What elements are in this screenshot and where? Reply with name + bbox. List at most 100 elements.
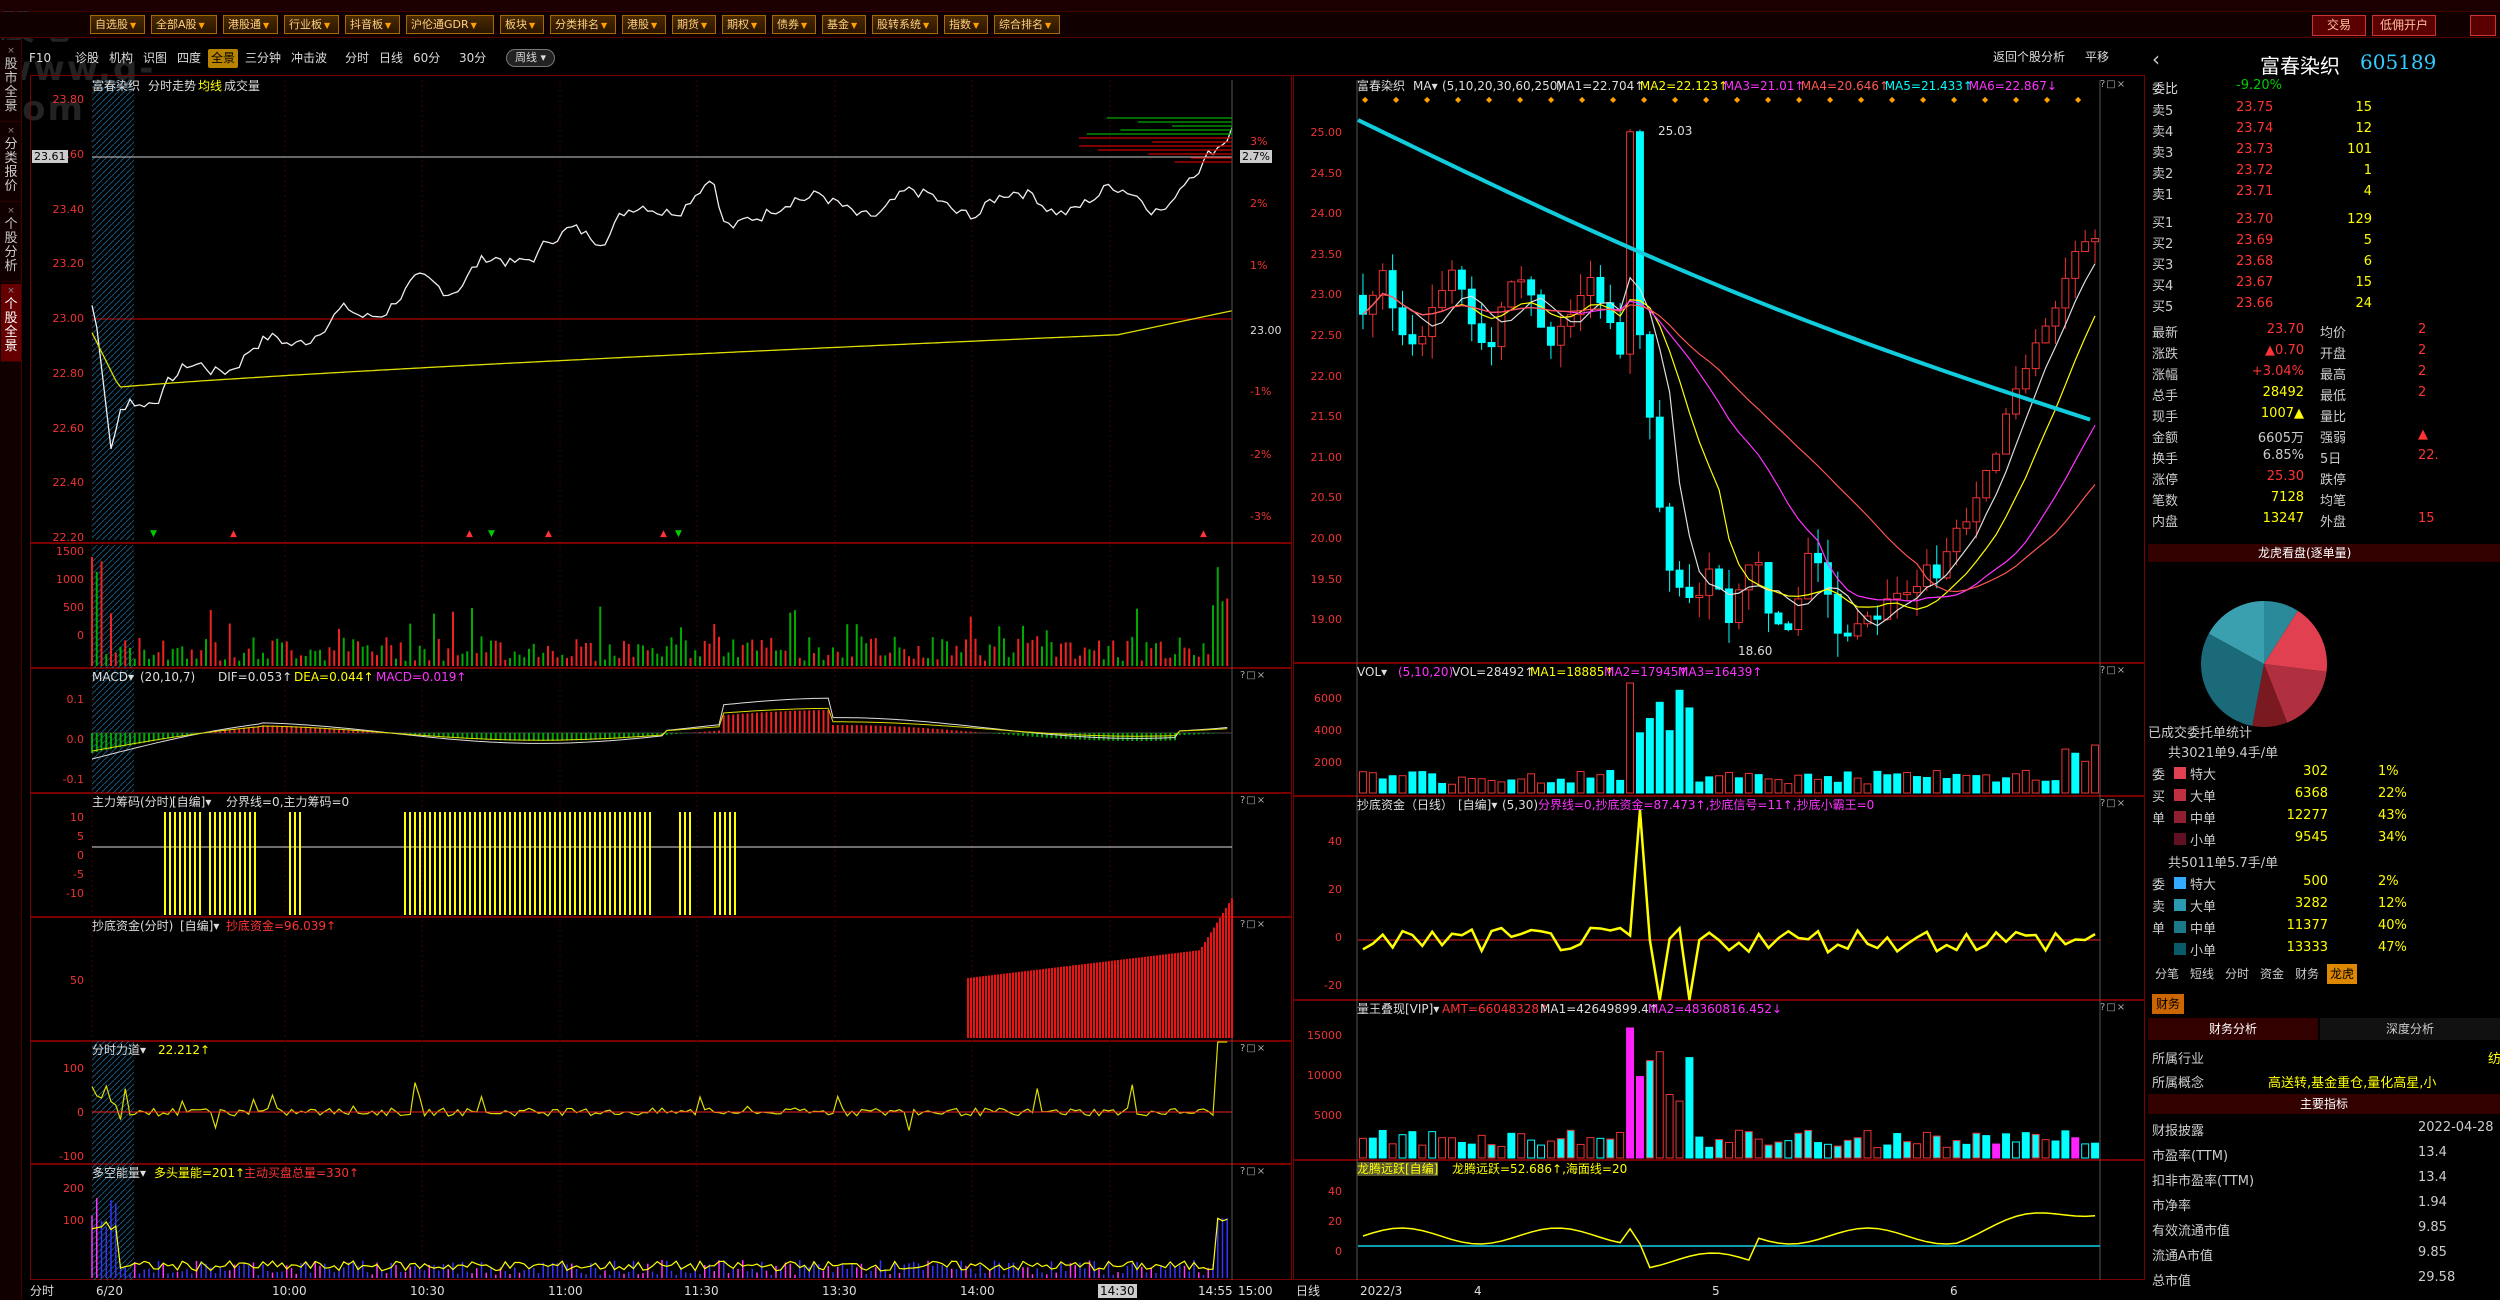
ma-value-0: MA1=22.704↑ xyxy=(1556,79,1645,93)
webi-label: 委比 xyxy=(2152,82,2179,97)
event-marker: ◆ xyxy=(1579,95,1586,104)
side-label: 委 xyxy=(2152,878,2166,893)
ltqy-text: 龙腾远跃=52.686↑,海面线=20 xyxy=(1452,1162,1628,1176)
ask-price: 23.75 xyxy=(2236,100,2274,115)
quote-tab-2[interactable]: 分时 xyxy=(2222,964,2252,984)
time-axis-label: 10:30 xyxy=(410,1284,445,1298)
ask-volume: 1 xyxy=(2363,163,2372,178)
fin-label: 财报披露 xyxy=(2152,1124,2205,1139)
event-marker: ◆ xyxy=(1517,95,1524,104)
quote-tab-3[interactable]: 资金 xyxy=(2257,964,2287,984)
ask-price: 23.74 xyxy=(2236,121,2274,136)
stat-value: 6.85% xyxy=(2262,448,2304,463)
bid-level-label: 买4 xyxy=(2152,279,2174,294)
panel-controls-icon[interactable]: ?□× xyxy=(1240,1166,1266,1177)
stat-label: 最新 xyxy=(2152,326,2179,341)
open-account-button[interactable]: 低佣开户 xyxy=(2372,15,2436,36)
quote-tab-4[interactable]: 财务 xyxy=(2292,964,2322,984)
stat-label-2: 跌停 xyxy=(2320,473,2347,488)
event-marker: ◆ xyxy=(2044,95,2051,104)
event-marker: ◆ xyxy=(1703,95,1710,104)
stat-value: 13247 xyxy=(2262,511,2304,526)
daily-cdzj-label: 抄底资金（日线） xyxy=(1357,798,1454,812)
daily-vol-tick: 6000 xyxy=(1314,692,1342,705)
fin-value: 29.58 xyxy=(2418,1270,2456,1285)
event-marker: ◆ xyxy=(1765,95,1772,104)
fin-subtab-deep[interactable]: 深度分析 xyxy=(2320,1018,2500,1040)
bid-volume: 15 xyxy=(2355,275,2372,290)
panel-controls-icon[interactable]: ?□× xyxy=(1240,670,1266,681)
ask-level-label: 卖5 xyxy=(2152,104,2174,119)
macd-value: MACD=0.019↑ xyxy=(376,670,467,684)
stat-value-2: 2 xyxy=(2418,322,2427,337)
daily-vol-tick: 2000 xyxy=(1314,756,1342,769)
intraday-subtitle: 分时走势 xyxy=(148,79,197,93)
stat-label: 换手 xyxy=(2152,452,2179,467)
back-button[interactable]: 返回个股分析 xyxy=(1990,48,2068,67)
daily-cdzj-tick: 40 xyxy=(1328,835,1342,848)
panel-controls-icon[interactable]: ?□× xyxy=(2100,1002,2126,1013)
stat-label-2: 5日 xyxy=(2320,452,2342,467)
fin-label: 有效流通市值 xyxy=(2152,1224,2231,1239)
daily-title: 富春染织 xyxy=(1357,79,1406,93)
fin-value: 2022-04-28 xyxy=(2418,1120,2494,1135)
quote-tab-1[interactable]: 短线 xyxy=(2187,964,2217,984)
trade-button[interactable]: 交易 xyxy=(2312,15,2366,36)
ma-value-2: MA3=21.01↑ xyxy=(1723,79,1805,93)
avg-line-label: 均线 xyxy=(198,79,223,93)
daily-cdzj-tick: 0 xyxy=(1335,931,1342,944)
panel-controls-icon[interactable]: ?□× xyxy=(2100,798,2126,809)
fin-label: 流通A市值 xyxy=(2152,1249,2213,1264)
stat-label-2: 均价 xyxy=(2320,326,2347,341)
lwjx-amt: AMT=66048328↑ xyxy=(1442,1002,1550,1016)
pct-tick-label: 23.00 xyxy=(1250,324,1282,337)
volume-label: 成交量 xyxy=(224,79,261,93)
size-pct: 40% xyxy=(2378,918,2407,933)
quote-tab-0[interactable]: 分笔 xyxy=(2152,964,2182,984)
bid-level-label: 买3 xyxy=(2152,258,2174,273)
event-marker: ◆ xyxy=(1951,95,1958,104)
event-marker: ◆ xyxy=(1393,95,1400,104)
panel-controls-icon[interactable]: ?□× xyxy=(1240,919,1266,930)
ask-volume: 101 xyxy=(2347,142,2372,157)
ma-value-5: MA6=22.867↓ xyxy=(1968,79,2057,93)
ma-label: MA▾ xyxy=(1413,79,1438,93)
concept-label: 所属概念 xyxy=(2152,1076,2205,1091)
dkn-tick-label: 100 xyxy=(63,1214,84,1227)
stat-label: 现手 xyxy=(2152,410,2179,425)
size-value: 11377 xyxy=(2286,918,2328,933)
fin-subtab-analysis[interactable]: 财务分析 xyxy=(2148,1018,2318,1040)
size-swatch xyxy=(2174,811,2186,823)
flat-button[interactable]: 平移 xyxy=(2082,48,2112,67)
lwjx-ma2: MA2=48360816.452↓ xyxy=(1648,1002,1783,1016)
size-value: 302 xyxy=(2303,764,2328,779)
panel-controls-icon[interactable]: ?□× xyxy=(1240,795,1266,806)
quote-tab-5[interactable]: 龙虎 xyxy=(2327,964,2358,984)
panel-controls-icon[interactable]: ?□× xyxy=(1240,1043,1266,1054)
deal-title: 已成交委托单统计 xyxy=(2148,726,2253,741)
panel-controls-icon[interactable]: ?□× xyxy=(2100,79,2126,90)
time-axis-label: 6/20 xyxy=(96,1284,123,1298)
stat-value: 25.30 xyxy=(2266,469,2304,484)
zlcm-tick-label: -5 xyxy=(73,868,84,881)
pct-tick-label: 3% xyxy=(1250,135,1268,148)
size-value: 13333 xyxy=(2286,940,2328,955)
dkn-tick-label: 200 xyxy=(63,1182,84,1195)
daily-vol-label: VOL▾ xyxy=(1357,665,1388,679)
stat-label: 金额 xyxy=(2152,431,2179,446)
pct-tick-label: -1% xyxy=(1250,385,1272,398)
time-axis-label: 14:00 xyxy=(960,1284,995,1298)
panel-controls-icon[interactable]: ?□× xyxy=(2100,665,2126,676)
ltqy-tick: 40 xyxy=(1328,1185,1342,1198)
fin-label: 市盈率(TTM) xyxy=(2152,1149,2229,1164)
cdzj-tick-label: 50 xyxy=(70,974,84,987)
daily-vol-ma3: MA3=16439↑ xyxy=(1678,665,1763,679)
time-axis-label: 11:00 xyxy=(548,1284,583,1298)
price-tick-label: 22.80 xyxy=(52,366,85,380)
size-label: 小单 xyxy=(2190,834,2217,849)
size-label: 大单 xyxy=(2190,790,2217,805)
daily-vol-ma1: MA1=18885↑ xyxy=(1530,665,1615,679)
stat-label: 涨停 xyxy=(2152,473,2179,488)
more-button[interactable] xyxy=(2470,15,2496,36)
fin-tab[interactable]: 财务 xyxy=(2152,994,2185,1014)
